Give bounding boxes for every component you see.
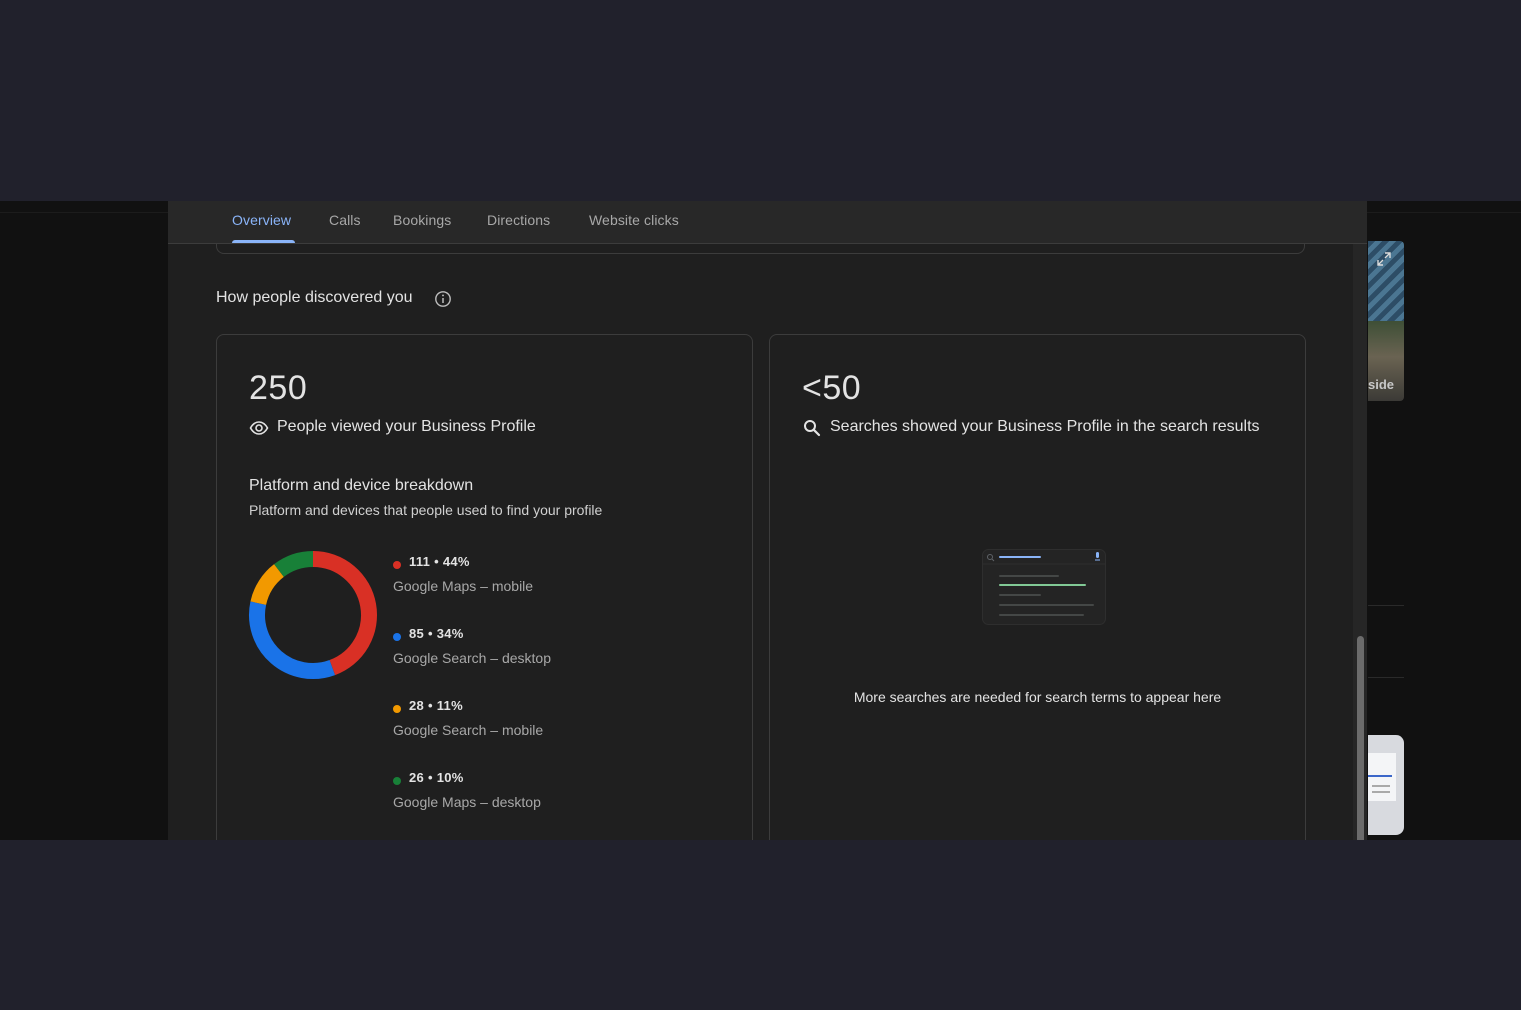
scrollbar[interactable] <box>1353 244 1367 840</box>
legend-item: 28 • 11% Google Search – mobile <box>393 698 693 748</box>
search-icon <box>804 420 821 437</box>
legend-item: 26 • 10% Google Maps – desktop <box>393 770 693 820</box>
tab-website-clicks[interactable]: Website clicks <box>589 212 679 228</box>
legend-dot <box>393 705 401 713</box>
section-title: How people discovered you <box>216 289 413 306</box>
search-results-illustration <box>982 549 1106 625</box>
legend-item: 111 • 44% Google Maps – mobile <box>393 554 693 604</box>
donut-slice <box>249 601 336 679</box>
document-icon <box>1368 753 1396 801</box>
donut-slice <box>274 551 314 578</box>
performance-dialog: Overview Calls Bookings Directions Websi… <box>168 201 1367 840</box>
tab-calls[interactable]: Calls <box>329 212 361 228</box>
legend-name: Google Search – mobile <box>393 722 544 738</box>
background-document-thumbnail[interactable] <box>1368 735 1404 835</box>
eye-icon <box>249 421 269 435</box>
active-tab-indicator <box>232 240 295 243</box>
scrollbar-thumb[interactable] <box>1357 636 1364 840</box>
background-divider <box>1368 677 1404 678</box>
donut-slice <box>312 551 377 676</box>
tab-directions[interactable]: Directions <box>487 212 550 228</box>
document-line <box>1368 775 1392 777</box>
breakdown-title: Platform and device breakdown <box>249 477 474 494</box>
tab-bookings[interactable]: Bookings <box>393 212 451 228</box>
tab-bar: Overview Calls Bookings Directions Websi… <box>168 201 1367 244</box>
info-icon[interactable] <box>434 290 452 308</box>
document-line <box>1372 791 1390 793</box>
legend-name: Google Maps – desktop <box>393 794 541 810</box>
legend-item: 85 • 34% Google Search – desktop <box>393 626 693 676</box>
empty-state-message: More searches are needed for search term… <box>853 689 1222 705</box>
background-photo-label: side <box>1368 377 1395 392</box>
legend-value: 85 • 34% <box>409 626 464 641</box>
searches-count: <50 <box>802 369 862 407</box>
legend-value: 28 • 11% <box>409 698 463 713</box>
searches-label: Searches showed your Business Profile in… <box>830 418 1260 435</box>
expand-icon[interactable] <box>1374 249 1394 269</box>
searches-card: <50 Searches showed your Business Profil… <box>769 334 1306 840</box>
legend-dot <box>393 561 401 569</box>
views-count: 250 <box>249 369 308 407</box>
legend-value: 111 • 44% <box>409 554 470 569</box>
legend-dot <box>393 777 401 785</box>
legend-value: 26 • 10% <box>409 770 464 785</box>
background-photo-panel[interactable]: side <box>1368 241 1404 401</box>
platform-donut-chart <box>249 551 377 679</box>
views-label: People viewed your Business Profile <box>277 418 536 435</box>
donut-slice <box>250 564 285 606</box>
tab-overview[interactable]: Overview <box>232 212 291 228</box>
document-line <box>1372 785 1390 787</box>
legend-name: Google Maps – mobile <box>393 578 534 594</box>
app-screen: side Overview Calls Bookings Directions … <box>0 201 1521 840</box>
legend-dot <box>393 633 401 641</box>
breakdown-subtitle: Platform and devices that people used to… <box>249 502 603 518</box>
legend-name: Google Search – desktop <box>393 650 551 666</box>
views-card: 250 People viewed your Business Profile … <box>216 334 753 840</box>
background-divider <box>1368 605 1404 606</box>
